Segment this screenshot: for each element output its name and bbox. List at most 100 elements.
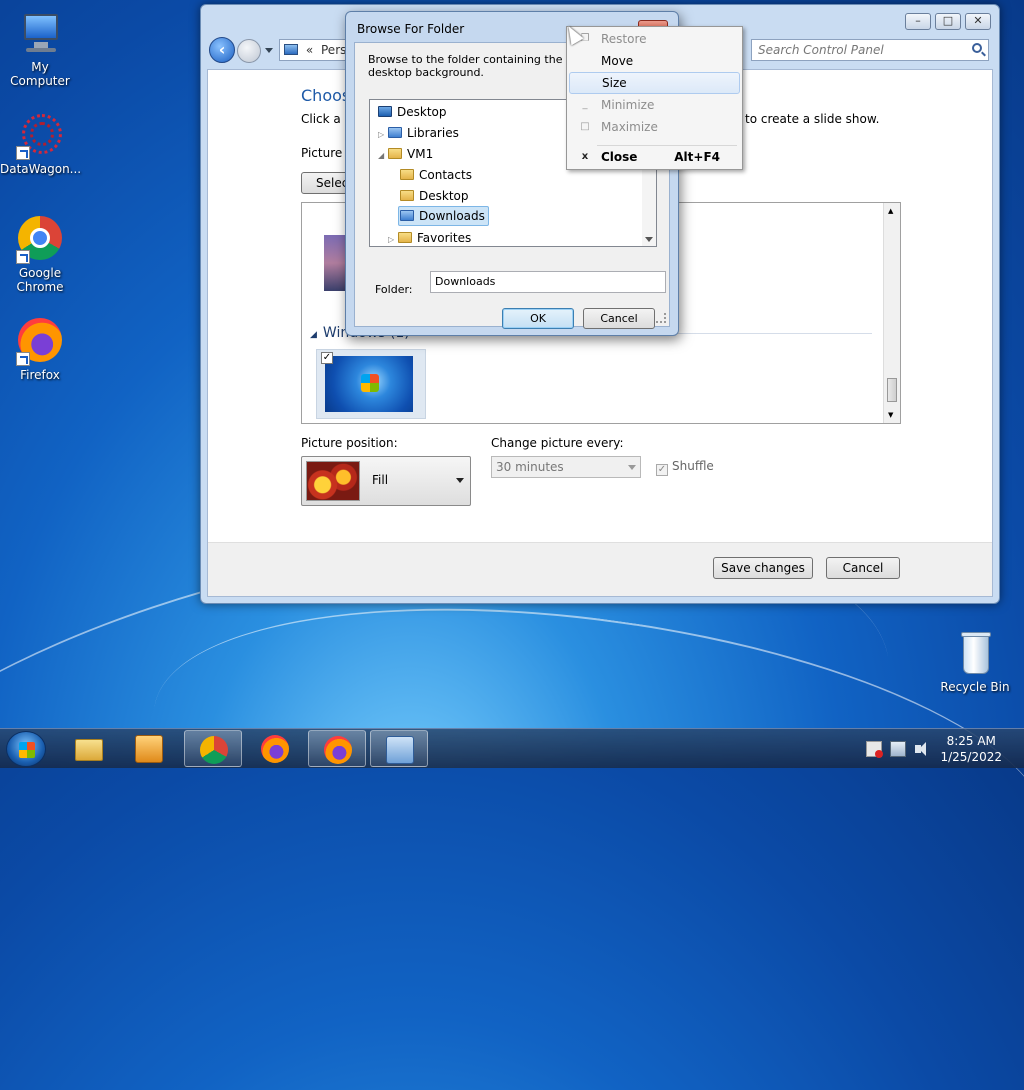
- windows-logo-icon: [19, 742, 35, 758]
- dialog-title: Browse For Folder: [357, 22, 465, 36]
- menu-item-move[interactable]: Move: [569, 50, 740, 72]
- scroll-down-icon[interactable]: ▼: [888, 411, 893, 419]
- taskbar: 8:25 AM 1/25/2022: [0, 728, 1024, 768]
- firefox-icon: [324, 736, 352, 764]
- page-description-tail: to create a slide show.: [745, 112, 880, 126]
- start-button[interactable]: [6, 731, 46, 767]
- recent-pages-dropdown-icon[interactable]: [265, 48, 273, 53]
- resize-grip-icon[interactable]: [656, 313, 666, 323]
- desktop-icon-label: Firefox: [20, 368, 60, 382]
- close-icon: x: [581, 151, 589, 162]
- minimize-button[interactable]: –: [905, 13, 931, 30]
- flowers-preview-image: [306, 461, 360, 501]
- desktop-icon-google-chrome[interactable]: Google Chrome: [0, 216, 80, 294]
- shortcut-arrow-icon: [16, 352, 30, 366]
- favorites-star-icon: [398, 232, 412, 243]
- expand-arrow-icon[interactable]: ▷: [378, 125, 386, 145]
- windows-wallpaper-image: [325, 356, 413, 412]
- desktop-folder-icon: [400, 190, 414, 201]
- close-shortcut: Alt+F4: [674, 150, 720, 164]
- scroll-up-icon[interactable]: ▲: [888, 207, 893, 215]
- tree-item-libraries[interactable]: ▷ Libraries: [378, 123, 462, 143]
- tree-item-favorites[interactable]: ▷ Favorites: [388, 228, 474, 246]
- libraries-icon: [388, 127, 402, 138]
- tree-item-contacts[interactable]: Contacts: [400, 165, 475, 185]
- tree-item-desktop-folder[interactable]: Desktop: [400, 186, 472, 206]
- change-picture-value: 30 minutes: [496, 460, 564, 474]
- forward-arrow-icon[interactable]: [237, 39, 261, 63]
- chevron-down-icon: [628, 465, 636, 470]
- folder-label: Folder:: [375, 283, 413, 296]
- save-changes-button[interactable]: Save changes: [713, 557, 813, 579]
- checkbox-icon: ✓: [656, 464, 668, 476]
- picture-position-value: Fill: [372, 473, 389, 487]
- scrollbar-thumb[interactable]: [887, 378, 897, 402]
- clock[interactable]: 8:25 AM 1/25/2022: [940, 733, 1002, 765]
- wallpaper-thumbnail[interactable]: ✓: [316, 349, 426, 419]
- menu-item-maximize[interactable]: □ Maximize: [569, 116, 740, 138]
- picture-list-scrollbar[interactable]: ▲ ▼: [883, 203, 900, 423]
- back-arrow-icon[interactable]: ‹: [209, 37, 235, 63]
- taskbar-explorer[interactable]: [60, 730, 118, 767]
- tree-item-desktop[interactable]: Desktop: [378, 102, 450, 122]
- menu-item-restore[interactable]: ❐ Restore: [569, 28, 740, 50]
- desktop-icon-recycle-bin[interactable]: Recycle Bin: [935, 630, 1015, 694]
- search-input[interactable]: Search Control Panel: [751, 39, 989, 61]
- chrome-icon: [16, 216, 64, 264]
- folder-input[interactable]: Downloads: [430, 271, 666, 293]
- system-tray: 8:25 AM 1/25/2022: [860, 729, 1024, 769]
- menu-item-close[interactable]: x Close Alt+F4: [569, 146, 740, 168]
- change-picture-dropdown[interactable]: 30 minutes: [491, 456, 641, 478]
- menu-item-minimize[interactable]: _ Minimize: [569, 94, 740, 116]
- speaker-icon[interactable]: [914, 741, 930, 757]
- firefox-icon: [261, 735, 289, 763]
- close-button[interactable]: ✕: [965, 13, 991, 30]
- cancel-button[interactable]: Cancel: [826, 557, 900, 579]
- chrome-icon: [200, 736, 228, 764]
- minimize-icon: _: [582, 99, 588, 110]
- taskbar-chrome[interactable]: [184, 730, 242, 767]
- ok-button[interactable]: OK: [502, 308, 574, 329]
- wallpaper-checkbox[interactable]: ✓: [321, 352, 333, 364]
- taskbar-firefox-2[interactable]: [308, 730, 366, 767]
- windows-logo-icon: [361, 374, 379, 392]
- desktop-icon: [378, 106, 392, 117]
- scroll-down-icon[interactable]: [645, 237, 653, 242]
- tree-item-vm1[interactable]: ◢ VM1: [378, 144, 436, 164]
- desktop-icon-firefox[interactable]: Firefox: [0, 318, 80, 382]
- taskbar-control-panel[interactable]: [370, 730, 428, 767]
- breadcrumb-chevron-icon: «: [305, 43, 314, 57]
- menu-item-size[interactable]: Size: [569, 72, 740, 94]
- picture-position-label: Picture position:: [301, 436, 398, 450]
- footer-bar: Save changes Cancel: [208, 542, 992, 596]
- expand-arrow-icon[interactable]: ▷: [388, 230, 396, 246]
- firefox-icon: [16, 318, 64, 366]
- desktop-icon-datawagon[interactable]: DataWagon...: [0, 112, 81, 176]
- clock-time: 8:25 AM: [946, 734, 996, 748]
- window-system-menu[interactable]: ❐ Restore Move Size _ Minimize □ Maximize x…: [566, 26, 743, 170]
- folder-icon: [75, 739, 103, 761]
- taskbar-media-player[interactable]: [120, 730, 178, 767]
- chevron-down-icon: [456, 478, 464, 483]
- desktop-icon-label: Google Chrome: [16, 266, 64, 294]
- page-title: Choos: [301, 86, 351, 105]
- downloads-folder-icon: [400, 210, 414, 221]
- search-placeholder: Search Control Panel: [758, 43, 884, 57]
- collapse-arrow-icon[interactable]: ◢: [378, 146, 386, 166]
- network-icon[interactable]: [890, 741, 906, 757]
- tree-item-downloads[interactable]: Downloads: [398, 206, 489, 226]
- datawagon-icon: [16, 112, 64, 160]
- taskbar-firefox-1[interactable]: [246, 730, 304, 767]
- desktop-icon-label: Recycle Bin: [940, 680, 1010, 694]
- shuffle-checkbox[interactable]: ✓ Shuffle: [656, 459, 714, 476]
- dialog-cancel-button[interactable]: Cancel: [583, 308, 655, 329]
- computer-icon: [16, 10, 64, 58]
- contacts-folder-icon: [400, 169, 414, 180]
- desktop-icon-my-computer[interactable]: My Computer: [0, 10, 80, 88]
- shortcut-arrow-icon: [16, 146, 30, 160]
- maximize-button[interactable]: □: [935, 13, 961, 30]
- action-center-flag-icon[interactable]: [866, 741, 883, 758]
- search-icon[interactable]: [972, 43, 982, 53]
- shortcut-arrow-icon: [16, 250, 30, 264]
- picture-position-dropdown[interactable]: Fill: [301, 456, 471, 506]
